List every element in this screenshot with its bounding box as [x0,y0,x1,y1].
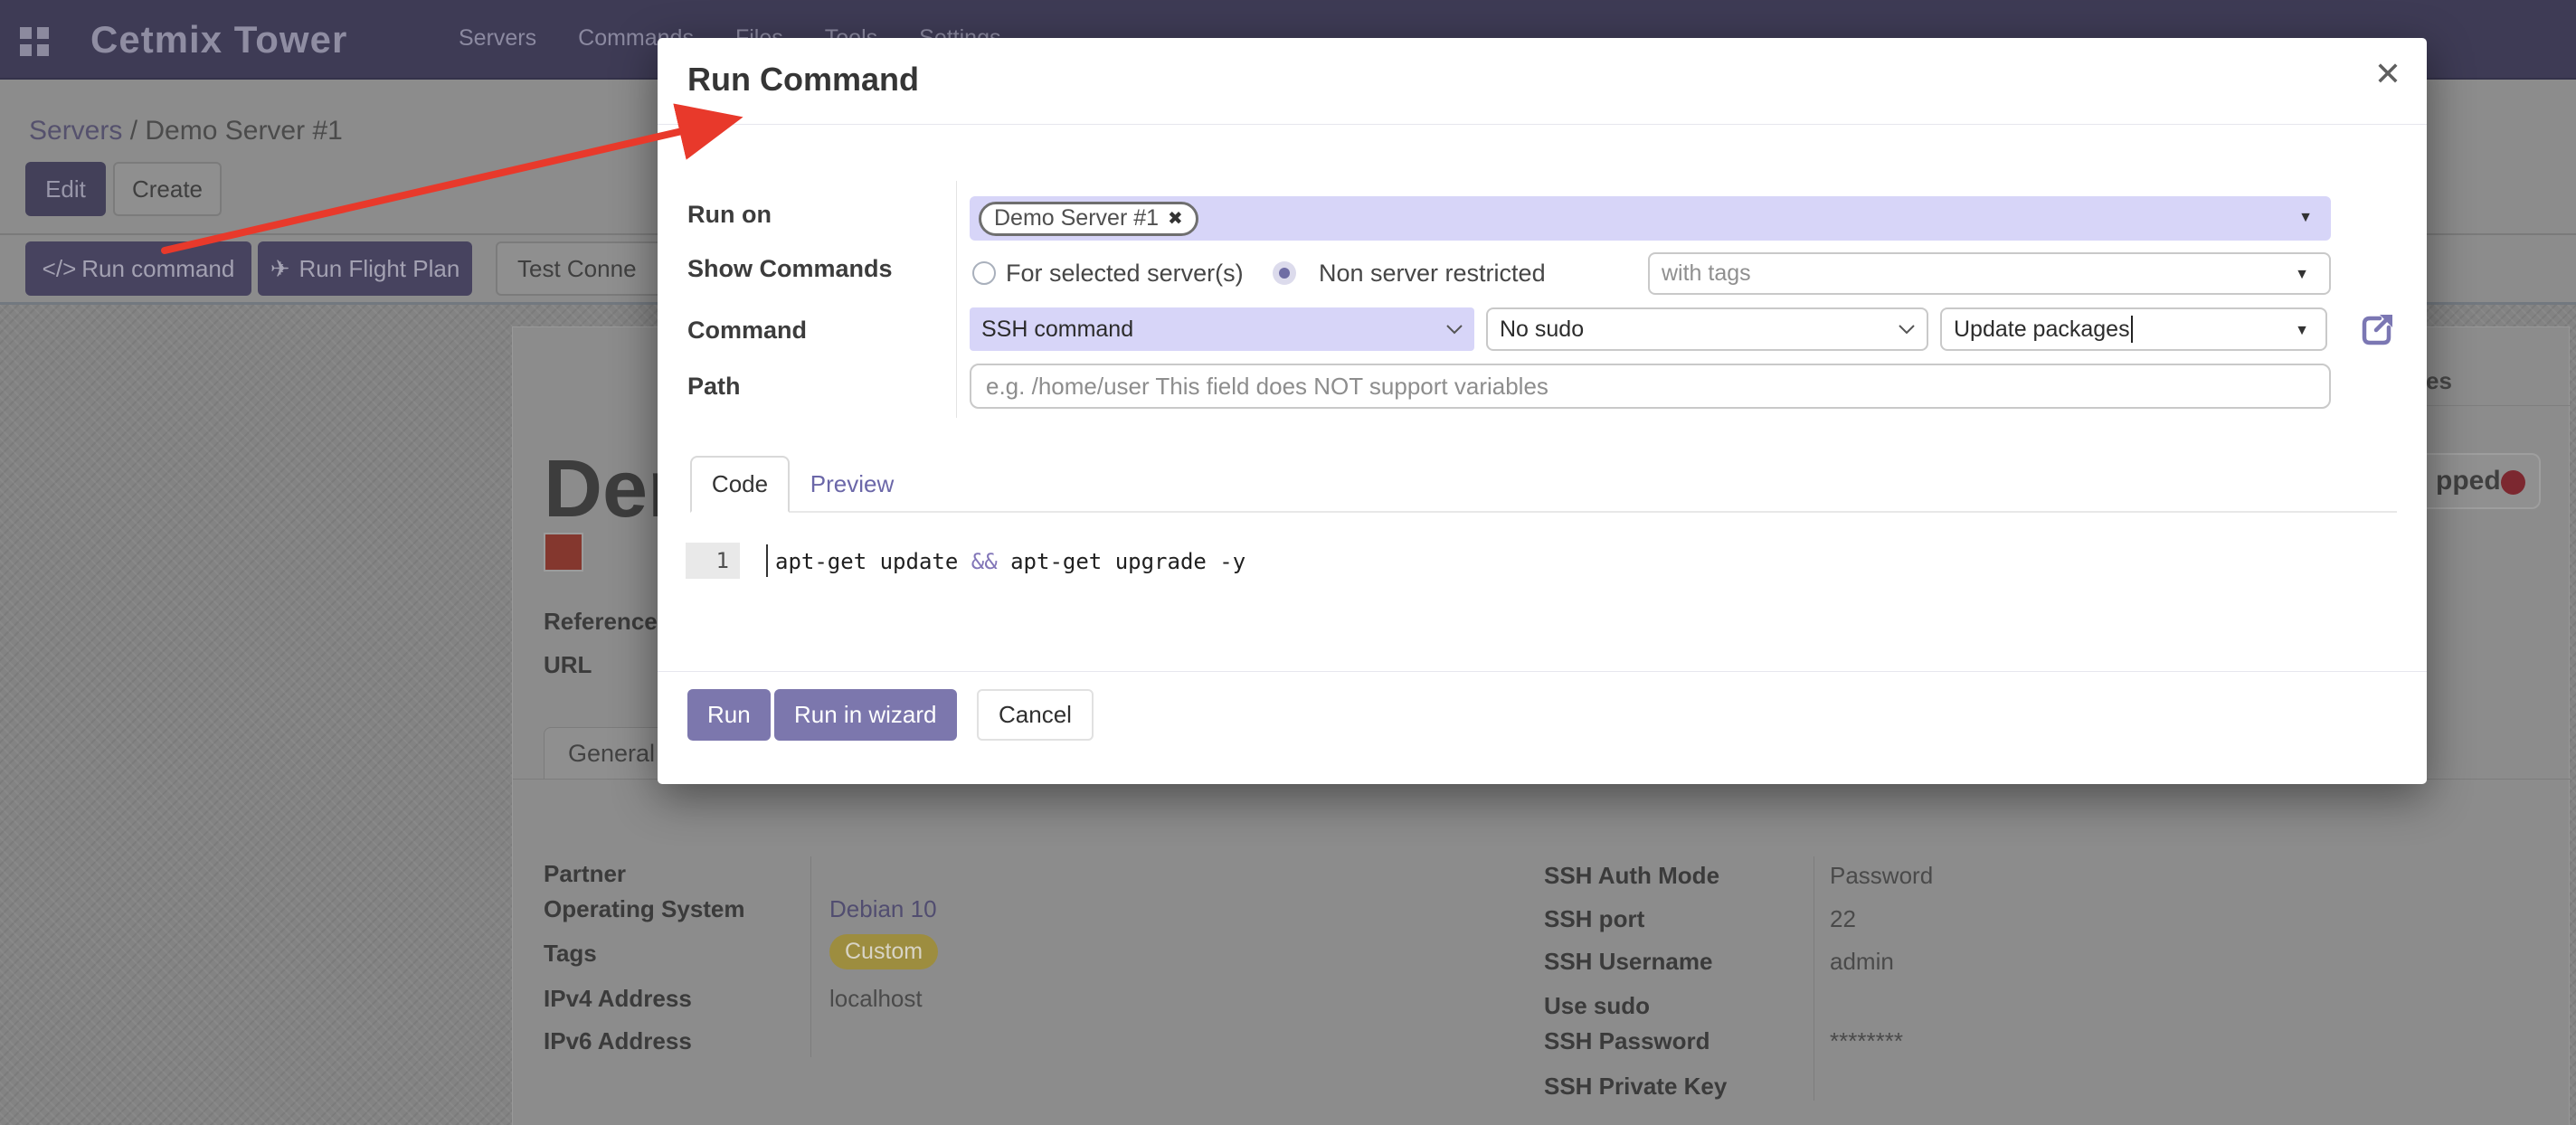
app-brand[interactable]: Cetmix Tower [90,18,347,61]
run-flight-plan-label: Run Flight Plan [299,255,460,283]
cancel-button[interactable]: Cancel [977,689,1094,741]
tag-badge-label: Custom [829,934,938,969]
dropdown-caret-icon: ▼ [2295,267,2309,283]
command-type-value: SSH command [981,317,1133,343]
run-command-modal: Run Command ✕ Run on Demo Server #1 ✖ ▼ … [658,38,2427,784]
menu-item-servers[interactable]: Servers [459,25,536,52]
run-command-label: Run command [81,255,234,283]
close-icon[interactable]: ✕ [2374,58,2401,90]
server-tag-pill: Demo Server #1 ✖ [979,202,1198,236]
run-flight-plan-button[interactable]: ✈ Run Flight Plan [258,241,472,296]
show-commands-label: Show Commands [687,255,893,283]
modal-title: Run Command [687,61,919,99]
modal-footer-divider [658,671,2427,672]
form-label-divider [956,181,957,418]
tags-filter-placeholder: with tags [1662,260,1751,287]
run-button[interactable]: Run [687,689,771,741]
plane-icon: ✈ [270,255,290,283]
ssh-private-key-label: SSH Private Key [1544,1073,1727,1101]
command-combobox-value: Update packages [1954,317,2130,343]
editor-cursor [766,544,768,577]
code-line[interactable]: apt-get update && apt-get upgrade -y [775,549,1245,574]
run-on-field[interactable]: Demo Server #1 ✖ ▼ [970,196,2331,241]
run-on-label: Run on [687,201,772,229]
tag-badge[interactable]: Custom [829,934,938,969]
use-sudo-label: Use sudo [1544,992,1650,1020]
radio-for-selected-servers[interactable] [972,261,996,285]
reference-label: Reference [544,608,658,636]
partner-label: Partner [544,860,626,888]
tag-remove-icon[interactable]: ✖ [1168,207,1183,230]
breadcrumb-separator: / [130,116,137,146]
ipv6-label: IPv6 Address [544,1027,692,1055]
select-chevron-icon [1445,324,1463,335]
os-label: Operating System [544,895,745,923]
tab-preview[interactable]: Preview [793,456,911,513]
radio-for-selected-servers-label[interactable]: For selected server(s) [1006,260,1244,288]
tab-code[interactable]: Code [690,456,790,513]
path-input[interactable] [970,364,2331,409]
code-icon: </> [43,255,77,283]
ssh-auth-mode-label: SSH Auth Mode [1544,862,1719,890]
url-label: URL [544,651,592,679]
open-record-external-link-icon[interactable] [2358,311,2396,349]
screen: Cetmix Tower Servers Commands Files Tool… [0,0,2576,1125]
modal-header-divider [658,124,2427,125]
status-stopped-dot [2501,470,2525,495]
smart-button-truncated[interactable]: es [2426,367,2452,395]
ssh-username-label: SSH Username [1544,948,1712,976]
code-text: apt-get upgrade -y [998,549,1246,574]
tags-filter-dropdown[interactable]: with tags ▼ [1648,252,2331,295]
ssh-port-value: 22 [1830,905,1856,933]
ssh-password-label: SSH Password [1544,1027,1710,1055]
radio-non-server-restricted[interactable] [1273,261,1296,285]
color-swatch[interactable] [544,533,583,572]
breadcrumb-servers-link[interactable]: Servers [29,116,122,146]
apps-grid-icon[interactable] [20,27,51,58]
command-label: Command [687,317,807,345]
sudo-select[interactable]: No sudo [1486,307,1928,351]
radio-non-server-restricted-label[interactable]: Non server restricted [1319,260,1546,288]
dropdown-caret-icon: ▼ [2295,323,2309,339]
text-cursor [2131,316,2133,343]
run-in-wizard-button[interactable]: Run in wizard [774,689,957,741]
breadcrumb: Servers / Demo Server #1 [29,116,343,147]
edit-button[interactable]: Edit [25,162,106,216]
tags-label: Tags [544,940,597,968]
command-type-select[interactable]: SSH command [970,307,1474,351]
left-column-divider [810,856,811,1057]
ssh-auth-mode-value: Password [1830,862,1933,890]
ipv4-value: localhost [829,985,923,1013]
select-chevron-icon [1898,324,1916,335]
create-button[interactable]: Create [113,162,222,216]
ipv4-label: IPv4 Address [544,985,692,1013]
tabs-underline [690,511,2397,513]
breadcrumb-current: Demo Server #1 [145,116,342,146]
os-value-link[interactable]: Debian 10 [829,895,937,923]
ssh-username-value: admin [1830,948,1894,976]
code-operator: && [971,549,998,574]
path-label: Path [687,373,741,401]
sudo-value: No sudo [1500,317,1584,343]
dropdown-caret-icon[interactable]: ▼ [2298,210,2313,226]
ssh-port-label: SSH port [1544,905,1644,933]
status-text-truncated: pped [2436,466,2501,496]
ssh-password-value: ******** [1830,1027,1903,1055]
command-combobox[interactable]: Update packages ▼ [1940,307,2327,351]
run-command-button[interactable]: </> Run command [25,241,251,296]
server-tag-label: Demo Server #1 [994,205,1159,232]
code-text: apt-get update [775,549,971,574]
code-line-number: 1 [686,543,740,579]
